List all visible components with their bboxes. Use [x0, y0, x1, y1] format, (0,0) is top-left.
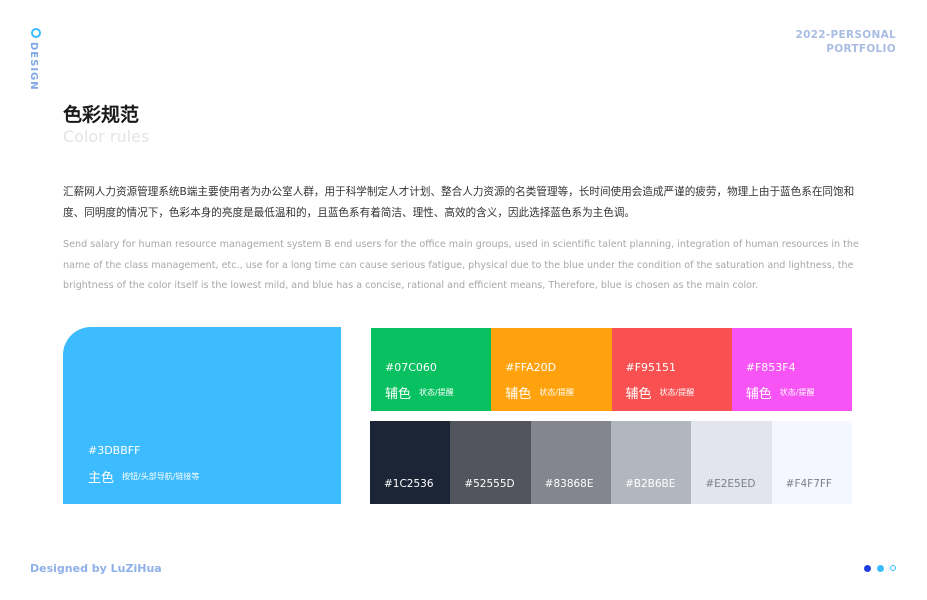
aux-name: 辅色	[745, 387, 772, 402]
description-en: Send salary for human resource managemen…	[63, 239, 859, 291]
neutral-hex: #B2B6BE	[624, 478, 676, 490]
aux-swatch: #F853F4 辅色 状态/提醒	[731, 328, 852, 411]
aux-name: 辅色	[505, 387, 532, 402]
aux-note: 状态/提醒	[659, 388, 695, 397]
aux-note: 状态/提醒	[539, 388, 574, 397]
neutral-swatch: #83868E	[530, 421, 611, 504]
header-line-2: PORTFOLIO	[826, 43, 896, 55]
aux-hex: #F853F4	[745, 361, 796, 374]
primary-name: 主色	[88, 471, 115, 486]
side-ring-icon	[31, 28, 41, 38]
description-cn: 汇薪网人力资源管理系统B端主要使用者为办公室人群，用于科学制定人才计划、整合人力…	[63, 186, 855, 219]
aux-swatch: #F95151 辅色 状态/提醒	[611, 328, 732, 411]
neutral-hex: #52555D	[464, 478, 515, 490]
neutral-swatch: #E2E5ED	[691, 421, 772, 504]
neutral-color-row: #1C2536 #52555D #83868E #B2B6BE #E2E5ED …	[370, 421, 852, 504]
aux-swatch: #FFA20D 辅色 状态/提醒	[491, 328, 612, 411]
neutral-swatch: #B2B6BE	[610, 421, 692, 504]
neutral-hex: #F4F7FF	[785, 478, 832, 490]
side-label: DESIGN	[28, 42, 39, 91]
aux-note: 状态/提醒	[419, 388, 454, 397]
neutral-hex: #83868E	[544, 478, 594, 490]
aux-name: 辅色	[385, 387, 412, 402]
indicator-dot	[877, 565, 884, 572]
aux-hex: #FFA20D	[505, 361, 557, 374]
neutral-swatch: #F4F7FF	[771, 421, 852, 504]
indicator-dot	[864, 565, 871, 572]
primary-note: 按钮/头部导航/链接等	[122, 472, 200, 481]
page-indicator	[864, 565, 896, 572]
header-line-1: 2022-PERSONAL	[795, 29, 896, 41]
aux-note: 状态/提醒	[779, 388, 815, 397]
aux-swatch: #07C060 辅色 状态/提醒	[371, 328, 492, 411]
aux-hex: #07C060	[385, 361, 437, 374]
indicator-ring	[890, 565, 896, 571]
footer-credit: Designed by LuZiHua	[30, 562, 162, 575]
page-title: 色彩规范	[63, 104, 140, 126]
aux-hex: #F95151	[625, 361, 677, 374]
primary-hex: #3DBBFF	[88, 444, 141, 457]
neutral-hex: #1C2536	[384, 478, 434, 490]
auxiliary-color-row: #07C060 辅色 状态/提醒 #FFA20D 辅色 状态/提醒 #F9515…	[371, 328, 852, 411]
portfolio-header: 2022-PERSONAL PORTFOLIO	[795, 28, 896, 56]
neutral-swatch: #1C2536	[370, 421, 451, 504]
neutral-swatch: #52555D	[450, 421, 531, 504]
primary-color-swatch: #3DBBFF 主色 按钮/头部导航/链接等	[63, 327, 341, 504]
aux-name: 辅色	[625, 387, 652, 402]
page-subtitle: Color rules	[63, 127, 150, 146]
neutral-hex: #E2E5ED	[705, 478, 756, 490]
